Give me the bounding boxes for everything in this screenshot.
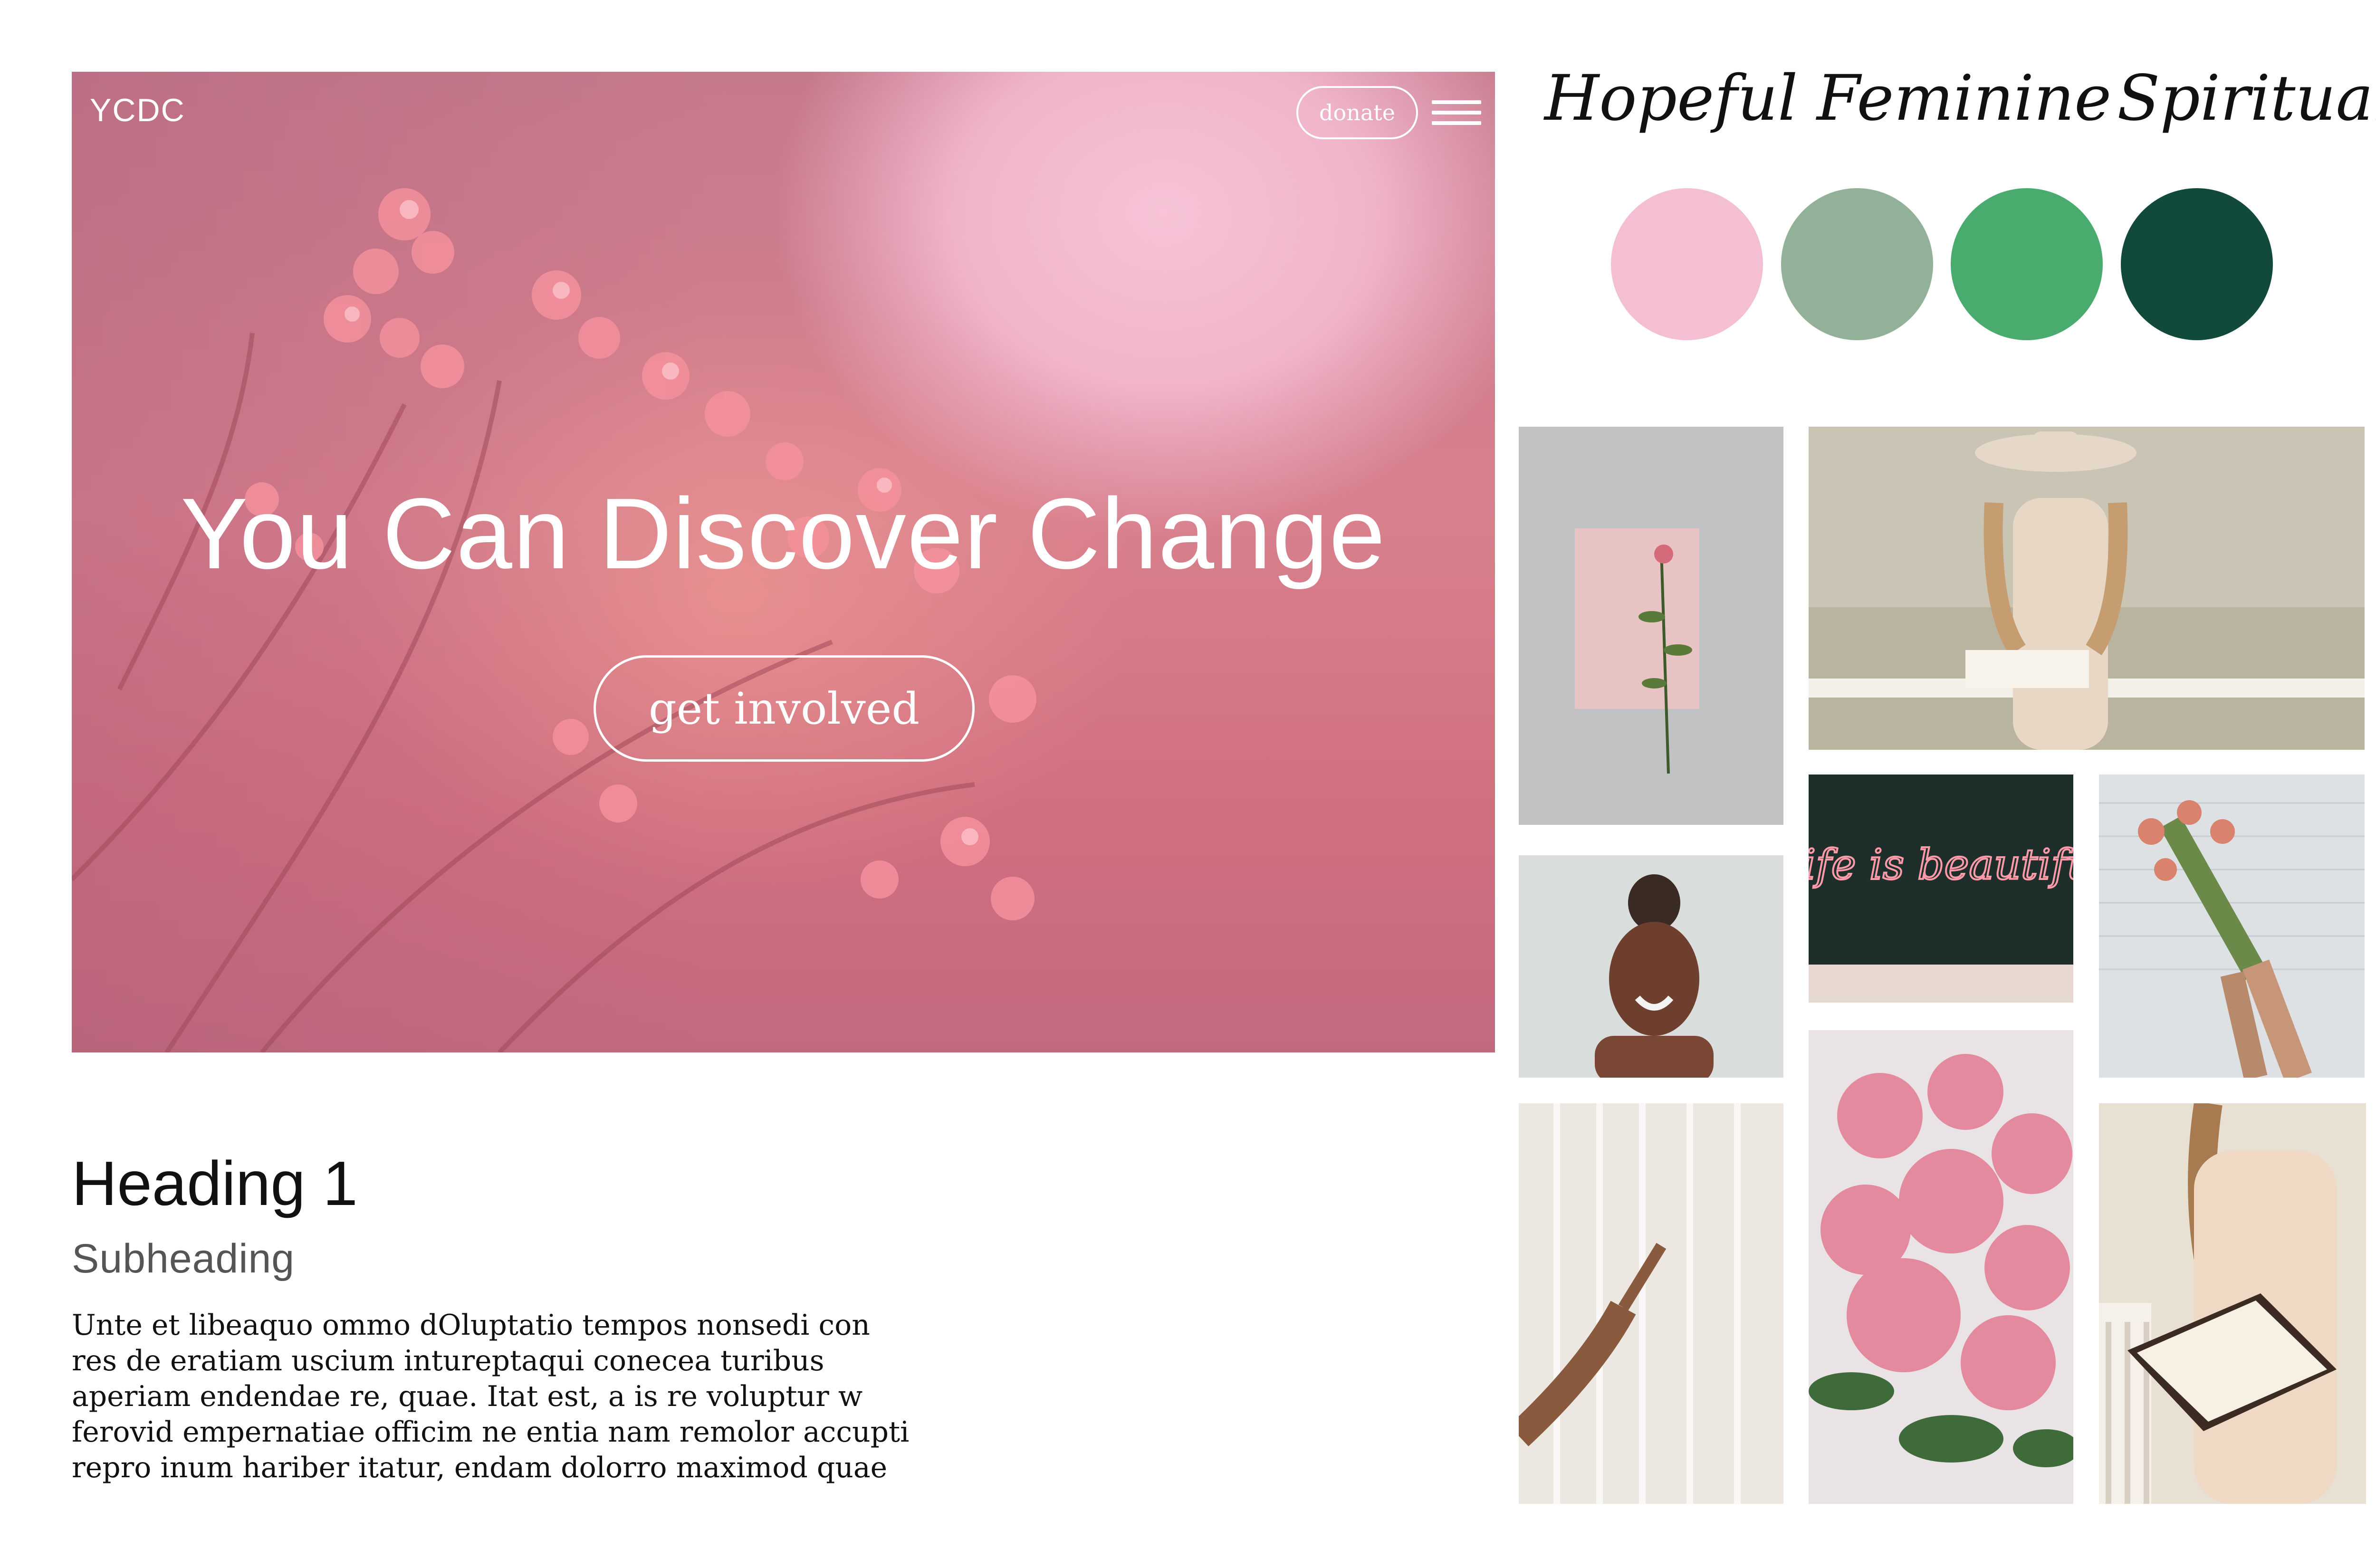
photo-rose-on-card: [1519, 427, 1783, 825]
menu-bar: [1432, 121, 1481, 125]
subheading-sample: Subheading: [72, 1236, 295, 1281]
color-swatch-dark-green: [2121, 188, 2273, 340]
donate-button[interactable]: donate: [1296, 86, 1418, 139]
body-line: res de eratiam uscium intureptaqui conec…: [72, 1344, 824, 1377]
neon-sign-text: Life is beautiful: [1809, 840, 2073, 889]
photo-woman-reading-porch: [2099, 1103, 2366, 1504]
photo-woman-reading-outdoors: [1809, 427, 2365, 750]
body-text-sample: Unte et libeaquo ommo dOluptatio tempos …: [72, 1308, 910, 1486]
body-line: aperiam endendae re, quae. Itat est, a i…: [72, 1380, 863, 1413]
color-swatch-pink: [1611, 188, 1763, 340]
menu-bar: [1432, 111, 1481, 115]
color-swatch-green: [1951, 188, 2103, 340]
heading-sample: Heading 1: [72, 1148, 358, 1218]
photo-hand-by-curtain: [1519, 1103, 1783, 1504]
body-line: Unte et libeaquo ommo dOluptatio tempos …: [72, 1309, 870, 1342]
photo-smiling-woman: [1519, 855, 1783, 1078]
body-line: repro inum hariber itatur, endam dolorro…: [72, 1451, 888, 1484]
hamburger-menu-icon[interactable]: [1432, 100, 1481, 132]
mood-word-feminine: Feminine: [1817, 62, 2112, 135]
menu-bar: [1432, 100, 1481, 104]
photo-pink-peonies: [1809, 1030, 2073, 1504]
mood-word-spiritual: Spiritual: [2117, 62, 2376, 135]
body-line: ferovid empernatiae officim ne entia nam…: [72, 1415, 910, 1449]
mood-word-hopeful: Hopeful: [1544, 62, 1798, 135]
site-logo[interactable]: YCDC: [90, 92, 185, 129]
hero-title: You Can Discover Change: [181, 477, 1386, 590]
photo-tulip-bouquet: [2099, 774, 2365, 1078]
photo-neon-sign: Life is beautiful: [1809, 774, 2073, 1003]
color-swatch-sage: [1781, 188, 1933, 340]
hero-banner: YCDC donate You Can Discover Change get …: [72, 72, 1495, 1052]
get-involved-button[interactable]: get involved: [594, 655, 975, 762]
